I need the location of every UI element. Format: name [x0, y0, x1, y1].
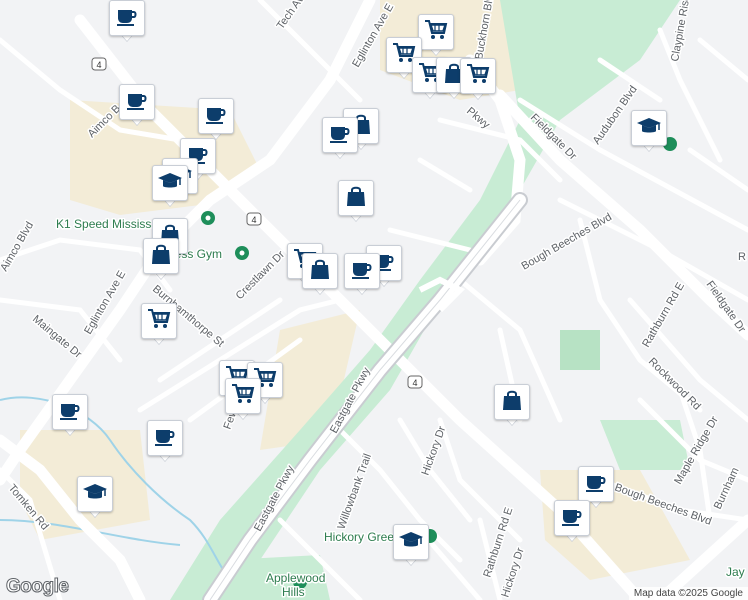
school-marker-box[interactable] — [152, 165, 188, 201]
coffee-cup-icon — [114, 3, 140, 34]
cafe-marker-box[interactable] — [578, 466, 614, 502]
cafe-marker[interactable] — [554, 500, 590, 544]
shopping-cart-icon — [465, 61, 491, 92]
poi-label-hills: Hills — [282, 585, 305, 599]
graduation-cap-icon — [398, 527, 424, 558]
cafe-marker-box[interactable] — [119, 84, 155, 120]
poi-label-jay: Jay — [726, 565, 745, 579]
shopping-cart-icon — [423, 17, 449, 48]
shopping-bag-marker-box[interactable] — [302, 253, 338, 289]
route-4-shield: 4 — [246, 212, 262, 226]
shopping-bag-icon — [307, 256, 333, 287]
shopping-bag-marker-box[interactable] — [338, 180, 374, 216]
map-attribution[interactable]: Map data ©2025 Google — [628, 587, 748, 600]
coffee-cup-icon — [327, 120, 353, 151]
street-label: Aimco Blvd — [0, 220, 36, 274]
shopping-cart-marker-box[interactable] — [141, 303, 177, 339]
coffee-cup-icon — [583, 469, 609, 500]
svg-text:4: 4 — [96, 60, 101, 70]
cafe-marker-box[interactable] — [109, 0, 145, 36]
graduation-cap-icon — [157, 168, 183, 199]
cafe-marker-box[interactable] — [198, 98, 234, 134]
shopping-cart-icon — [230, 381, 256, 412]
shopping-cart-marker-box[interactable] — [418, 14, 454, 50]
cafe-marker-box[interactable] — [52, 394, 88, 430]
cafe-marker-box[interactable] — [344, 253, 380, 289]
cafe-marker[interactable] — [52, 394, 88, 438]
cafe-marker[interactable] — [109, 0, 145, 44]
graduation-cap-icon — [82, 479, 108, 510]
park-area — [560, 330, 600, 370]
shopping-cart-marker[interactable] — [460, 58, 496, 102]
school-marker[interactable] — [77, 476, 113, 520]
coffee-cup-icon — [203, 101, 229, 132]
street-label: Willowbank Trail — [336, 452, 374, 531]
shopping-bag-icon — [499, 387, 525, 418]
street-label: Tech Ave — [275, 0, 310, 32]
shopping-bag-icon — [343, 183, 369, 214]
graduation-cap-icon — [636, 113, 662, 144]
shopping-bag-marker[interactable] — [494, 384, 530, 428]
street-label: Hickory Dr — [420, 424, 449, 477]
school-marker[interactable] — [152, 165, 188, 209]
shopping-bag-marker[interactable] — [143, 238, 179, 282]
school-marker-box[interactable] — [631, 110, 667, 146]
street-label: Bough Beeches Blvd — [520, 211, 614, 272]
coffee-cup-icon — [57, 397, 83, 428]
shopping-bag-icon — [148, 241, 174, 272]
coffee-cup-icon — [124, 87, 150, 118]
school-marker-box[interactable] — [393, 524, 429, 560]
street-label: R — [738, 251, 746, 263]
shopping-cart-marker-box[interactable] — [225, 378, 261, 414]
school-marker[interactable] — [631, 110, 667, 154]
svg-text:4: 4 — [251, 215, 256, 225]
coffee-cup-icon — [559, 503, 585, 534]
route-4-shield: 4 — [91, 57, 107, 71]
street-label: Rockwood Rd — [646, 356, 703, 413]
street-label: Hickory Dr — [499, 546, 526, 599]
coffee-cup-icon — [349, 256, 375, 287]
cafe-marker[interactable] — [119, 84, 155, 128]
cafe-marker[interactable] — [344, 253, 380, 297]
school-marker-box[interactable] — [77, 476, 113, 512]
shopping-bag-marker[interactable] — [302, 253, 338, 297]
cafe-marker-box[interactable] — [554, 500, 590, 536]
route-4-shield: 4 — [407, 375, 423, 389]
cafe-marker[interactable] — [322, 117, 358, 161]
cafe-marker-box[interactable] — [147, 420, 183, 456]
cafe-marker[interactable] — [198, 98, 234, 142]
street-label: Maingate Dr — [30, 313, 84, 361]
shopping-cart-icon — [146, 306, 172, 337]
street-label: Burnham — [712, 466, 742, 512]
poi-label-applewood: Applewood — [266, 571, 325, 585]
map-canvas[interactable]: 4 4 4 Tech Ave Eglinton Ave E Eglinton A… — [0, 0, 748, 600]
shopping-bag-marker-box[interactable] — [494, 384, 530, 420]
shopping-cart-marker-box[interactable] — [460, 58, 496, 94]
coffee-cup-icon — [152, 423, 178, 454]
shopping-bag-marker[interactable] — [338, 180, 374, 224]
shopping-cart-marker[interactable] — [141, 303, 177, 347]
poi-label-hickory-green: Hickory Green — [324, 530, 401, 544]
svg-text:4: 4 — [412, 378, 417, 388]
park-area — [600, 420, 690, 470]
google-logo: Google — [5, 576, 69, 598]
cafe-marker-box[interactable] — [322, 117, 358, 153]
school-marker[interactable] — [393, 524, 429, 568]
shopping-cart-marker[interactable] — [225, 378, 261, 422]
shopping-bag-marker-box[interactable] — [143, 238, 179, 274]
shopping-cart-marker[interactable] — [418, 14, 454, 58]
cafe-marker[interactable] — [147, 420, 183, 464]
